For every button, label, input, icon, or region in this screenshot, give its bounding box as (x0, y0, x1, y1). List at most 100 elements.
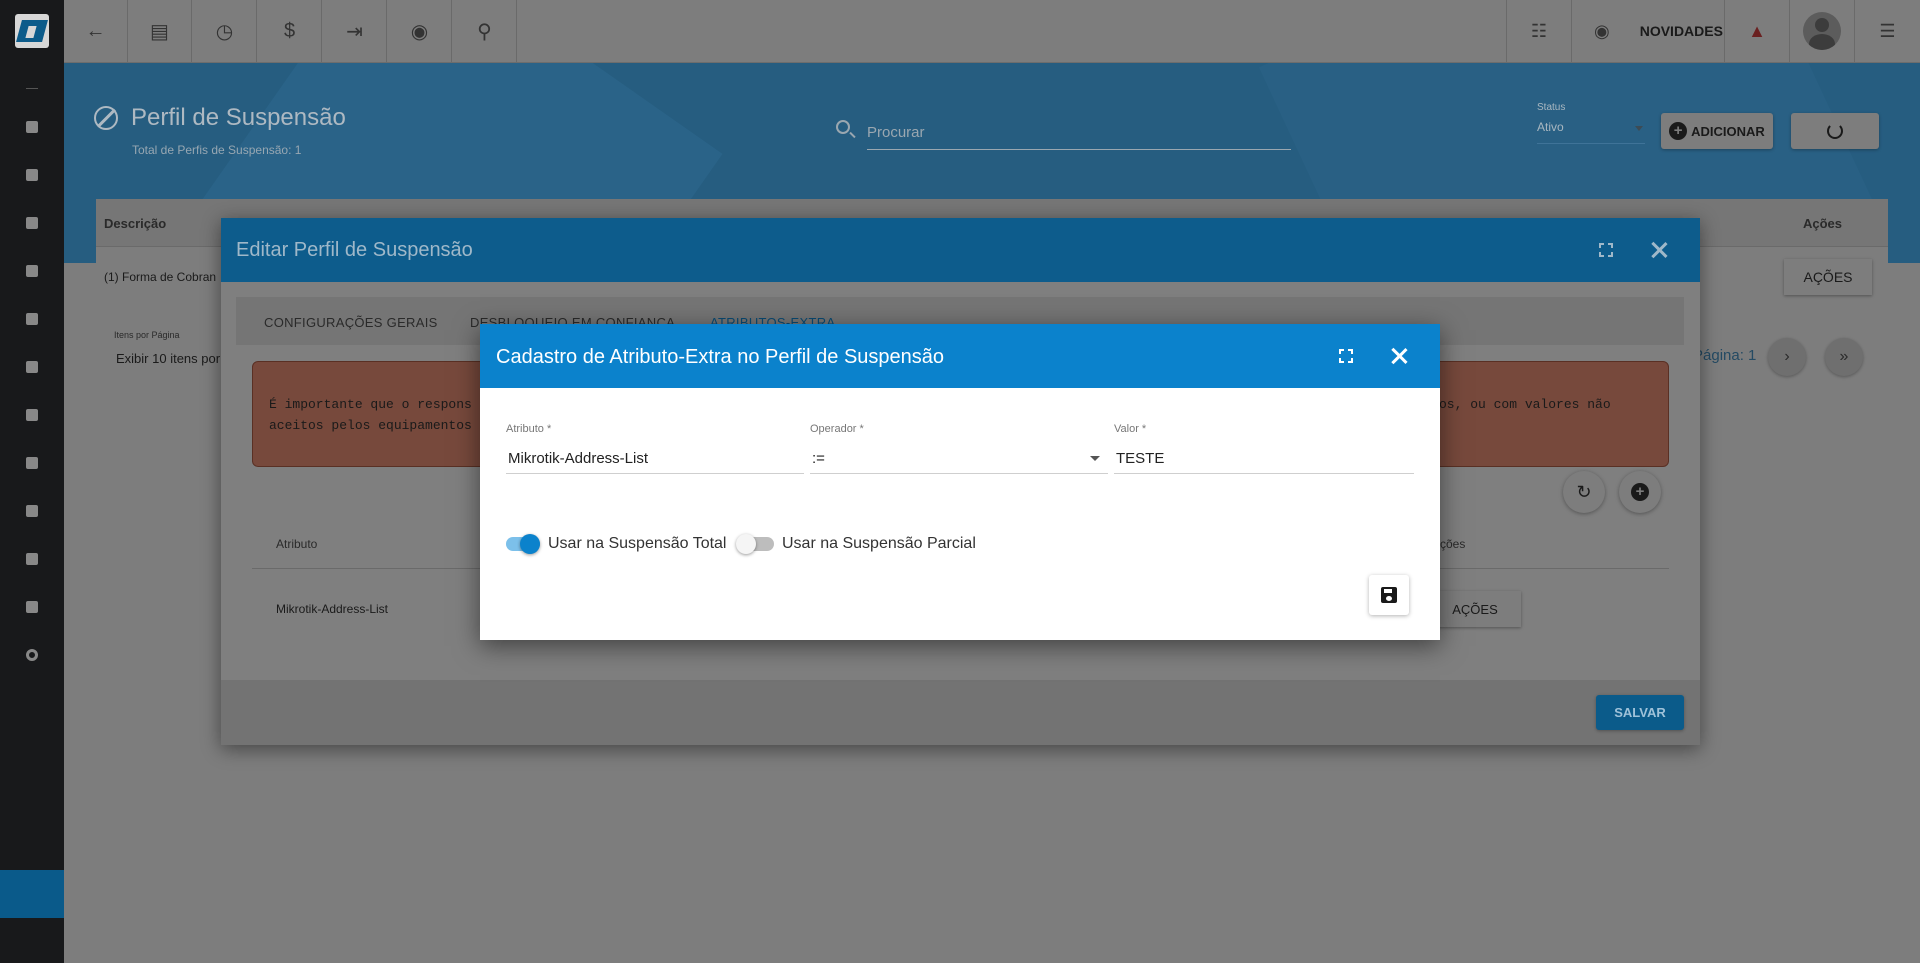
eye-icon: ◉ (410, 20, 429, 43)
search-input[interactable] (867, 116, 1291, 150)
save-button[interactable]: SALVAR (1596, 695, 1684, 730)
sidebar-item-location[interactable] (0, 443, 64, 483)
pdf-button[interactable]: ☷ (1506, 0, 1571, 62)
menu-button[interactable]: ☰ (1854, 0, 1920, 62)
status-select[interactable]: Ativo (1537, 120, 1645, 144)
column-acoes: ções (1440, 537, 1466, 551)
app-logo[interactable] (15, 14, 49, 48)
table-row-description: (1) Forma de Cobran (104, 270, 217, 284)
edit-dialog-title: Editar Perfil de Suspensão (236, 239, 473, 261)
page-subtitle: Total de Perfis de Suspensão: 1 (132, 143, 302, 157)
tab-configuracoes-gerais[interactable]: CONFIGURAÇÕES GERAIS (264, 315, 438, 330)
pdf-icon: ☷ (1530, 20, 1548, 41)
contact-card-icon: ▤ (150, 20, 169, 43)
sidebar-item-server[interactable] (0, 539, 64, 579)
alarm-icon: ▲ (1748, 20, 1766, 41)
column-atributo: Atributo (276, 537, 318, 551)
refresh-button[interactable] (1791, 113, 1879, 149)
sidebar-item-list[interactable] (0, 491, 64, 531)
avatar (1803, 12, 1841, 50)
attribute-dialog-header: Cadastro de Atributo-Extra no Perfil de … (480, 324, 1440, 388)
gear-icon (26, 649, 38, 661)
sidebar-item-document[interactable] (0, 587, 64, 627)
add-attribute-button[interactable]: + (1619, 471, 1661, 513)
alert-button[interactable]: ▲ (1724, 0, 1789, 62)
atributo-label: Atributo * (506, 423, 552, 435)
search-icon (836, 120, 850, 134)
contacts-button[interactable]: ▤ (128, 0, 192, 62)
list-menu-icon: ☰ (1879, 20, 1896, 41)
valor-field[interactable]: TESTE (1114, 442, 1414, 474)
sidebar-item-settings[interactable] (0, 635, 64, 675)
search-button[interactable]: ⚲ (453, 0, 517, 62)
fullscreen-icon[interactable] (1599, 243, 1613, 257)
sync-icon: ↻ (1576, 481, 1592, 502)
operador-label: Operador * (810, 423, 864, 435)
terminal-button[interactable]: ⇥ (323, 0, 387, 62)
back-button[interactable]: ← (64, 0, 128, 62)
warning-text-right: os, ou com valores não (1439, 397, 1611, 412)
search-bar (836, 116, 1291, 150)
save-attribute-button[interactable] (1369, 575, 1409, 615)
toggle-parcial-label: Usar na Suspensão Parcial (782, 535, 976, 552)
toggle-total-label: Usar na Suspensão Total (548, 535, 727, 552)
document-icon (26, 601, 38, 613)
sidebar-item-board[interactable] (0, 251, 64, 291)
close-icon[interactable] (1391, 348, 1407, 364)
toggle-knob (520, 534, 540, 554)
toggle-knob (736, 534, 756, 554)
contacts-icon (26, 217, 38, 229)
column-acoes: Ações (1803, 216, 1843, 231)
sidebar (0, 0, 64, 963)
history-button[interactable]: ◷ (193, 0, 257, 62)
valor-value: TESTE (1116, 450, 1165, 467)
atributo-value: Mikrotik-Address-List (508, 450, 649, 467)
items-per-page-select[interactable]: Exibir 10 itens por (116, 351, 220, 366)
sidebar-item-contacts[interactable] (0, 203, 64, 243)
valor-label: Valor * (1114, 423, 1147, 435)
topbar: ← ▤ ◷ $ ⇥ ◉ ⚲ ☷ ◉ NOVIDADES ▲ ☰ (64, 0, 1920, 63)
user-menu[interactable] (1789, 0, 1854, 62)
status-label: Status (1537, 102, 1566, 113)
sidebar-item-money[interactable] (0, 395, 64, 435)
edit-dialog-footer: SALVAR (221, 680, 1700, 745)
floppy-disk-icon (1381, 587, 1397, 603)
sidebar-active-item[interactable] (0, 870, 64, 918)
finance-button[interactable]: $ (258, 0, 322, 62)
block-icon (94, 106, 118, 130)
row-actions-button[interactable]: AÇÕES (1784, 259, 1872, 295)
list-icon (26, 505, 38, 517)
terminal-icon: ⇥ (346, 20, 363, 43)
sidebar-item-calendar[interactable] (0, 299, 64, 339)
sidebar-item-dashboard[interactable] (0, 107, 64, 147)
attribute-dialog: Cadastro de Atributo-Extra no Perfil de … (480, 324, 1440, 640)
fullscreen-icon[interactable] (1339, 349, 1353, 363)
dollar-icon: $ (283, 19, 296, 42)
table-cell-atributo: Mikrotik-Address-List (276, 602, 389, 616)
novidades-label: NOVIDADES (1639, 23, 1723, 39)
page-title: Perfil de Suspensão (131, 104, 346, 131)
sidebar-item-chart[interactable] (0, 155, 64, 195)
search-icon: ⚲ (477, 20, 492, 43)
last-page-button[interactable]: » (1825, 338, 1863, 376)
calendar-icon (26, 313, 38, 325)
close-icon[interactable] (1651, 242, 1667, 258)
atributo-field[interactable]: Mikrotik-Address-List (506, 442, 804, 474)
sync-button[interactable]: ↻ (1563, 471, 1605, 513)
arrow-left-icon: ← (85, 19, 106, 42)
board-icon (26, 265, 38, 277)
chevron-right-icon: › (1784, 348, 1790, 365)
plus-circle-icon: + (1631, 483, 1649, 501)
items-per-page-label: Itens por Página (114, 330, 180, 340)
operador-select[interactable]: := (810, 442, 1108, 474)
column-descricao: Descrição (104, 216, 167, 231)
sidebar-item-box[interactable] (0, 347, 64, 387)
edit-dialog-header: Editar Perfil de Suspensão (221, 218, 1700, 282)
double-chevron-right-icon: » (1839, 348, 1849, 365)
attribute-actions-button[interactable]: AÇÕES (1429, 591, 1521, 627)
page-indicator: Página: 1 (1693, 347, 1757, 364)
add-button[interactable]: + ADICIONAR (1661, 113, 1773, 149)
next-page-button[interactable]: › (1768, 338, 1806, 376)
add-label: ADICIONAR (1691, 123, 1765, 139)
view-button[interactable]: ◉ (388, 0, 452, 62)
